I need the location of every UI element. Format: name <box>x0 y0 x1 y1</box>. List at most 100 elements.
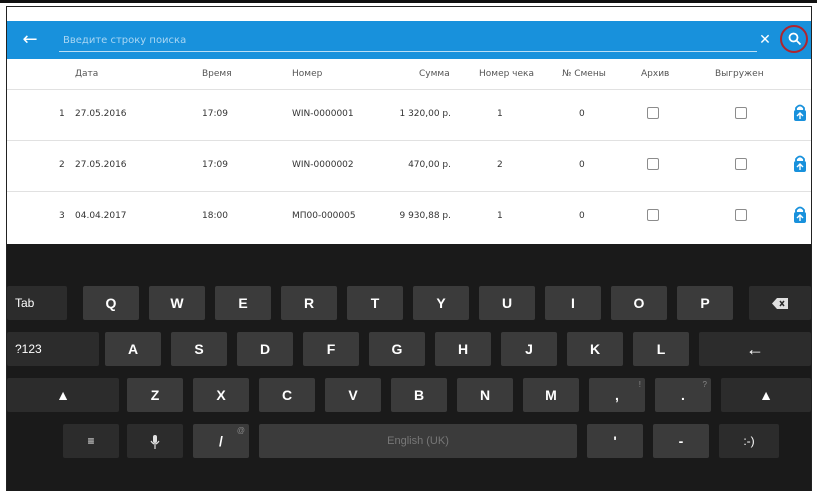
key-l[interactable]: L <box>633 332 689 366</box>
clear-icon[interactable]: ✕ <box>756 29 774 51</box>
key-slash-label: / <box>219 433 223 449</box>
row-time: 17:09 <box>202 109 228 119</box>
key-apostrophe[interactable]: ' <box>587 424 643 458</box>
key-dash[interactable]: - <box>653 424 709 458</box>
key-j[interactable]: J <box>501 332 557 366</box>
key-e[interactable]: E <box>215 286 271 320</box>
mic-key[interactable] <box>127 424 183 458</box>
column-header-uploaded[interactable]: Выгружен <box>715 69 764 79</box>
shift-key-left[interactable]: ▲ <box>7 378 119 412</box>
shift-arrow-icon: ▲ <box>759 387 773 403</box>
search-button[interactable] <box>780 25 808 53</box>
top-border <box>0 0 817 3</box>
column-header-check-number[interactable]: Номер чека <box>479 69 534 79</box>
key-x[interactable]: X <box>193 378 249 412</box>
tab-key[interactable]: Tab <box>7 286 67 320</box>
row-time: 17:09 <box>202 160 228 170</box>
upload-icon[interactable] <box>793 155 807 173</box>
backspace-key[interactable] <box>749 286 811 320</box>
column-header-date[interactable]: Дата <box>75 69 98 79</box>
key-slash[interactable]: / @ <box>193 424 249 458</box>
key-period[interactable]: . ? <box>655 378 711 412</box>
key-y[interactable]: Y <box>413 286 469 320</box>
key-o[interactable]: O <box>611 286 667 320</box>
key-q[interactable]: Q <box>83 286 139 320</box>
uploaded-checkbox[interactable] <box>735 107 747 119</box>
row-check-number: 1 <box>497 109 503 119</box>
search-input[interactable] <box>59 29 757 52</box>
key-f[interactable]: F <box>303 332 359 366</box>
key-period-label: . <box>681 387 685 403</box>
search-toolbar: ← ✕ <box>7 21 811 59</box>
row-sum: 1 320,00 р. <box>399 109 451 119</box>
space-key[interactable]: English (UK) <box>259 424 577 458</box>
key-h[interactable]: H <box>435 332 491 366</box>
row-date: 27.05.2016 <box>75 160 127 170</box>
key-slash-hint: @ <box>236 426 245 435</box>
key-r[interactable]: R <box>281 286 337 320</box>
upload-icon[interactable] <box>793 206 807 224</box>
symbols-key[interactable]: ?123 <box>7 332 99 366</box>
row-sum: 9 930,88 р. <box>399 211 451 221</box>
row-sum: 470,00 р. <box>408 160 451 170</box>
receipts-table: Дата Время Номер Сумма Номер чека № Смен… <box>7 59 811 244</box>
microphone-icon <box>150 434 160 449</box>
key-b[interactable]: B <box>391 378 447 412</box>
settings-key[interactable]: ≡ <box>63 424 119 458</box>
search-icon <box>788 32 802 46</box>
key-z[interactable]: Z <box>127 378 183 412</box>
row-index: 2 <box>59 160 65 170</box>
key-comma[interactable]: , ! <box>589 378 645 412</box>
on-screen-keyboard: Tab Q W E R T Y U I O P ?123 A S D F G H… <box>7 244 811 491</box>
key-t[interactable]: T <box>347 286 403 320</box>
archive-checkbox[interactable] <box>647 158 659 170</box>
uploaded-checkbox[interactable] <box>735 158 747 170</box>
app-window: ← ✕ Дата Время Номер Сумма Номер чека № … <box>6 6 812 491</box>
row-number: WIN-0000001 <box>292 109 354 119</box>
row-check-number: 2 <box>497 160 503 170</box>
table-row[interactable]: 3 04.04.2017 18:00 МП00-000005 9 930,88 … <box>7 191 811 242</box>
row-time: 18:00 <box>202 211 228 221</box>
key-a[interactable]: A <box>105 332 161 366</box>
key-n[interactable]: N <box>457 378 513 412</box>
key-p[interactable]: P <box>677 286 733 320</box>
key-comma-hint: ! <box>638 380 641 389</box>
enter-arrow-icon: ← <box>746 339 764 359</box>
key-s[interactable]: S <box>171 332 227 366</box>
table-row[interactable]: 1 27.05.2016 17:09 WIN-0000001 1 320,00 … <box>7 89 811 140</box>
key-d[interactable]: D <box>237 332 293 366</box>
table-row[interactable]: 2 27.05.2016 17:09 WIN-0000002 470,00 р.… <box>7 140 811 191</box>
key-m[interactable]: M <box>523 378 579 412</box>
key-comma-label: , <box>615 387 619 403</box>
row-shift: 0 <box>579 160 585 170</box>
key-i[interactable]: I <box>545 286 601 320</box>
key-w[interactable]: W <box>149 286 205 320</box>
row-number: МП00-000005 <box>292 211 356 221</box>
archive-checkbox[interactable] <box>647 209 659 221</box>
key-g[interactable]: G <box>369 332 425 366</box>
key-k[interactable]: K <box>567 332 623 366</box>
enter-key[interactable]: ← <box>699 332 811 366</box>
settings-sliders-icon: ≡ <box>87 434 95 448</box>
uploaded-checkbox[interactable] <box>735 209 747 221</box>
column-header-number[interactable]: Номер <box>292 69 322 79</box>
row-date: 04.04.2017 <box>75 211 127 221</box>
key-c[interactable]: C <box>259 378 315 412</box>
column-header-archive[interactable]: Архив <box>641 69 669 79</box>
row-number: WIN-0000002 <box>292 160 354 170</box>
column-header-shift[interactable]: № Смены <box>562 69 606 79</box>
upload-icon[interactable] <box>793 104 807 122</box>
key-v[interactable]: V <box>325 378 381 412</box>
emoji-key[interactable]: :-) <box>719 424 779 458</box>
back-arrow-icon[interactable]: ← <box>19 29 41 51</box>
column-header-sum[interactable]: Сумма <box>419 69 450 79</box>
row-check-number: 1 <box>497 211 503 221</box>
shift-key-right[interactable]: ▲ <box>721 378 811 412</box>
row-date: 27.05.2016 <box>75 109 127 119</box>
key-u[interactable]: U <box>479 286 535 320</box>
shift-arrow-icon: ▲ <box>56 387 70 403</box>
archive-checkbox[interactable] <box>647 107 659 119</box>
backspace-icon <box>772 298 788 310</box>
row-shift: 0 <box>579 109 585 119</box>
column-header-time[interactable]: Время <box>202 69 232 79</box>
